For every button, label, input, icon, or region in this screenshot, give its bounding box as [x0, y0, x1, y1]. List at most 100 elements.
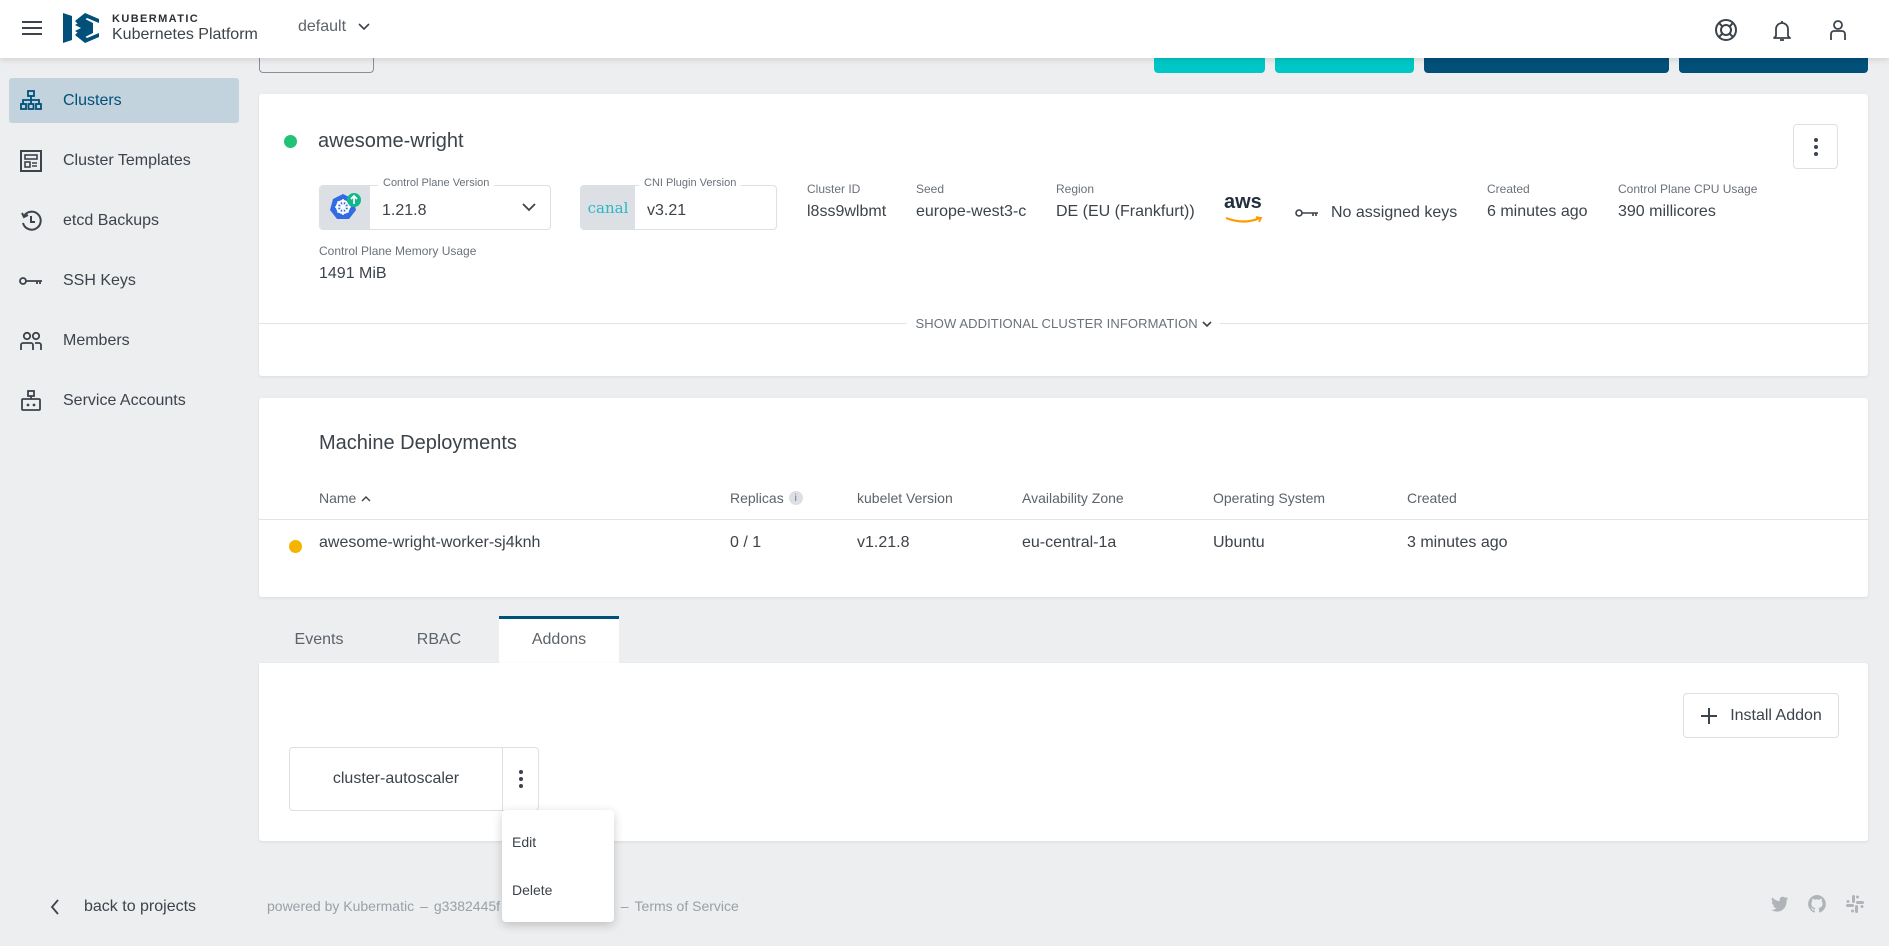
chevron-left-icon	[50, 899, 59, 915]
ssh-keys-info: No assigned keys	[1295, 204, 1457, 222]
sidebar-item-members[interactable]: Members	[9, 318, 239, 363]
control-plane-version-value: 1.21.8	[382, 202, 427, 219]
plus-icon	[1701, 707, 1718, 724]
sidebar-item-service-accounts[interactable]: Service Accounts	[9, 378, 239, 423]
sidebar-item-label: SSH Keys	[63, 271, 136, 289]
back-to-projects-link[interactable]: back to projects	[50, 898, 196, 916]
sidebar-item-clusters[interactable]: Clusters	[9, 78, 239, 123]
robot-icon	[19, 389, 43, 413]
machine-deployments-card: Machine Deployments Name Replicas i kube…	[259, 398, 1868, 597]
sidebar-item-cluster-templates[interactable]: Cluster Templates	[9, 138, 239, 183]
show-additional-info-button[interactable]: SHOW ADDITIONAL CLUSTER INFORMATION	[907, 316, 1220, 331]
machine-deployments-title: Machine Deployments	[319, 432, 517, 454]
top-bar: KUBERMATIC Kubernetes Platform default	[0, 0, 1889, 58]
row-created: 3 minutes ago	[1407, 534, 1508, 551]
version-text: g3382445f	[433, 898, 501, 914]
sidebar-item-etcd-backups[interactable]: etcd Backups	[9, 198, 239, 243]
chevron-down-icon	[358, 23, 370, 31]
sidebar-item-label: etcd Backups	[63, 211, 160, 229]
help-icon[interactable]	[1713, 17, 1739, 43]
row-kubelet: v1.21.8	[857, 534, 910, 551]
row-name[interactable]: awesome-wright-worker-sj4knh	[319, 534, 540, 552]
chevron-down-icon	[522, 186, 550, 229]
tab-bar: Events RBAC Addons	[259, 616, 619, 663]
addon-name[interactable]: cluster-autoscaler	[290, 748, 503, 810]
tab-rbac[interactable]: RBAC	[379, 616, 499, 663]
members-icon	[19, 329, 43, 353]
aws-logo: aws	[1224, 192, 1264, 229]
addons-card: Install Addon cluster-autoscaler	[259, 663, 1868, 841]
cluster-id-value: l8ss9wlbmt	[807, 203, 887, 220]
terms-of-service-link[interactable]: Terms of Service	[635, 898, 739, 914]
cluster-id-info: Cluster ID l8ss9wlbmt	[807, 182, 886, 221]
row-status-dot	[289, 540, 302, 553]
project-name: default	[298, 18, 347, 35]
memory-usage-label: Control Plane Memory Usage	[319, 244, 477, 258]
key-icon	[1295, 209, 1318, 217]
cpu-usage-value: 390 millicores	[1618, 203, 1716, 220]
social-links	[1769, 894, 1865, 914]
tab-addons[interactable]: Addons	[499, 616, 619, 663]
region-value: DE (EU (Frankfurt))	[1056, 203, 1195, 220]
github-icon[interactable]	[1807, 894, 1827, 914]
cluster-id-label: Cluster ID	[807, 182, 861, 196]
account-icon[interactable]	[1825, 17, 1851, 43]
history-icon	[19, 209, 43, 233]
menu-item-edit[interactable]: Edit	[512, 834, 536, 850]
control-plane-version-select[interactable]: Control Plane Version 1.21.8	[319, 177, 551, 230]
row-replicas: 0 / 1	[730, 534, 762, 551]
tab-events[interactable]: Events	[259, 616, 379, 663]
memory-usage-info: Control Plane Memory Usage 1491 MiB	[319, 244, 476, 283]
column-header-zone: Availability Zone	[1022, 490, 1124, 506]
template-icon	[19, 149, 43, 173]
cluster-status-dot	[284, 135, 297, 148]
row-zone: eu-central-1a	[1022, 534, 1117, 551]
region-label: Region	[1056, 182, 1095, 196]
cpu-usage-info: Control Plane CPU Usage 390 millicores	[1618, 182, 1757, 221]
control-plane-version-label: Control Plane Version	[378, 177, 495, 189]
install-addon-button[interactable]: Install Addon	[1683, 693, 1839, 738]
column-header-created: Created	[1407, 490, 1457, 506]
cluster-menu-button[interactable]	[1793, 124, 1838, 169]
seed-value: europe-west3-c	[916, 203, 1027, 220]
menu-icon[interactable]	[20, 17, 44, 41]
column-header-os: Operating System	[1213, 490, 1326, 506]
chevron-down-icon	[1201, 321, 1212, 328]
created-value: 6 minutes ago	[1487, 203, 1588, 220]
show-additional-info: SHOW ADDITIONAL CLUSTER INFORMATION	[259, 315, 1868, 333]
project-selector[interactable]: default	[298, 18, 370, 36]
addon-menu-button[interactable]	[503, 748, 538, 810]
addon-tile: cluster-autoscaler	[289, 747, 539, 811]
table-divider	[259, 519, 1868, 520]
info-icon[interactable]: i	[788, 491, 803, 505]
slack-icon[interactable]	[1845, 894, 1865, 914]
canal-logo: canal	[581, 186, 635, 229]
powered-by-link[interactable]: powered by Kubermatic	[267, 898, 414, 914]
region-info: Region DE (EU (Frankfurt))	[1056, 182, 1195, 221]
memory-usage-value: 1491 MiB	[319, 265, 387, 282]
seed-label: Seed	[916, 182, 945, 196]
cpu-usage-label: Control Plane CPU Usage	[1618, 182, 1758, 196]
kubermatic-logo[interactable]	[63, 13, 99, 43]
cni-plugin-version-label: CNI Plugin Version	[639, 177, 742, 189]
brand: KUBERMATIC Kubernetes Platform	[112, 13, 258, 44]
cni-plugin-version-value: v3.21	[647, 202, 687, 219]
sidebar-item-ssh-keys[interactable]: SSH Keys	[9, 258, 239, 303]
key-icon	[19, 269, 43, 293]
cluster-tree-icon	[19, 89, 43, 113]
cluster-name: awesome-wright	[318, 130, 464, 152]
menu-item-delete[interactable]: Delete	[512, 882, 552, 898]
notifications-icon[interactable]	[1769, 17, 1795, 43]
twitter-icon[interactable]	[1769, 894, 1789, 914]
sidebar-item-label: Cluster Templates	[63, 151, 191, 169]
seed-info: Seed europe-west3-c	[916, 182, 1026, 221]
sidebar-item-label: Members	[63, 331, 130, 349]
brand-top: KUBERMATIC	[112, 13, 200, 25]
addon-context-menu: Edit Delete	[502, 810, 614, 922]
created-info: Created 6 minutes ago	[1487, 182, 1588, 221]
brand-bottom: Kubernetes Platform	[112, 26, 258, 43]
column-header-name[interactable]: Name	[319, 490, 371, 506]
back-label: back to projects	[84, 898, 197, 915]
sidebar-item-label: Service Accounts	[63, 391, 186, 409]
sort-ascending-icon	[361, 495, 371, 501]
